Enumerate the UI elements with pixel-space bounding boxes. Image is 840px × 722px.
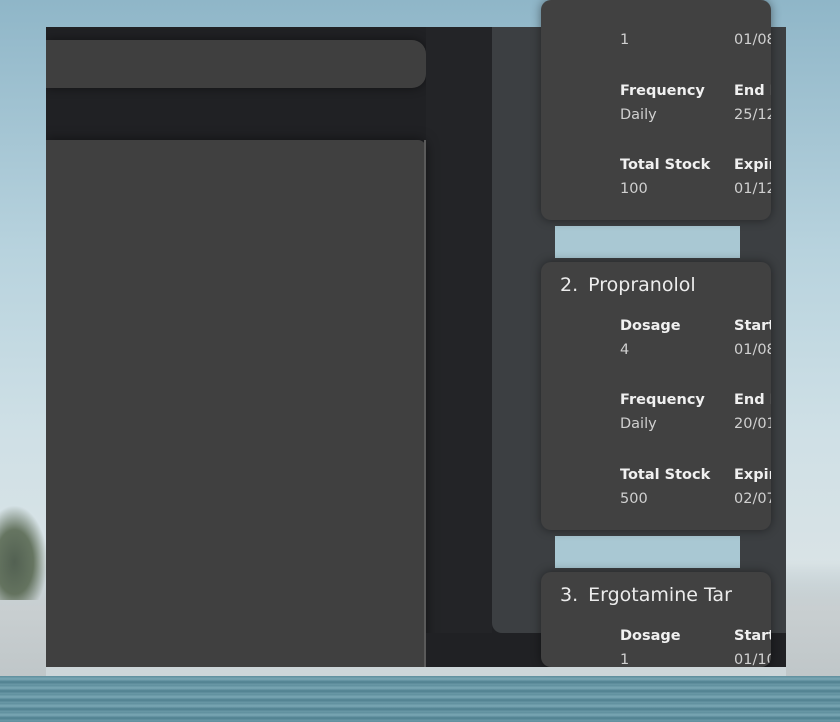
- expiry-label: Expiry: [734, 157, 771, 173]
- total-stock-value: 500: [620, 491, 648, 507]
- medication-name: Ergotamine Tar: [588, 584, 732, 606]
- result-display-panel: [46, 140, 426, 667]
- dosage-value: 4: [620, 342, 630, 358]
- medication-title: 3. Ergotamine Tar: [560, 584, 732, 606]
- end-date-value: 25/12/: [734, 107, 771, 123]
- dosage-value: 1: [620, 652, 630, 667]
- command-box[interactable]: [46, 40, 426, 88]
- expiry-value: 01/12/: [734, 181, 771, 197]
- desktop-trees: [0, 505, 48, 600]
- left-panel-scrollbar[interactable]: [424, 140, 426, 667]
- total-stock-label: Total Stock: [620, 467, 711, 483]
- start-date-value: 01/08/: [734, 32, 771, 48]
- end-date-value: 20/01/: [734, 416, 771, 432]
- dosage-value: 1: [620, 32, 630, 48]
- medication-name: Propranolol: [588, 274, 696, 296]
- frequency-label: Frequency: [620, 392, 705, 408]
- dosage-label: Dosage: [620, 628, 681, 644]
- medication-index: 3.: [560, 584, 579, 606]
- total-stock-label: Total Stock: [620, 157, 711, 173]
- medication-card-3[interactable]: 3. Ergotamine Tar Dosage 1 Start D 01/10/: [541, 572, 771, 667]
- total-stock-value: 100: [620, 181, 648, 197]
- dosage-label: Dosage: [620, 318, 681, 334]
- panel-divider: [426, 27, 492, 667]
- medication-title: 2. Propranolol: [560, 274, 696, 296]
- start-date-value: 01/10/: [734, 652, 771, 667]
- frequency-value: Daily: [620, 107, 657, 123]
- expiry-value: 02/07/: [734, 491, 771, 507]
- start-date-label: Start D: [734, 318, 771, 334]
- window-edge: [46, 667, 786, 676]
- window-bottom-strip: [426, 633, 548, 667]
- medication-card-1[interactable]: 1 01/08/ Frequency Daily End Da 25/12/ T…: [541, 0, 771, 220]
- start-date-label: Start D: [734, 628, 771, 644]
- medication-card-2[interactable]: 2. Propranolol Dosage 4 Start D 01/08/ Fr…: [541, 262, 771, 530]
- start-date-value: 01/08/: [734, 342, 771, 358]
- frequency-label: Frequency: [620, 83, 705, 99]
- expiry-label: Expiry: [734, 467, 771, 483]
- end-date-label: End Da: [734, 83, 771, 99]
- list-gap: [555, 536, 740, 568]
- medication-index: 2.: [560, 274, 579, 296]
- list-gap: [555, 226, 740, 258]
- frequency-value: Daily: [620, 416, 657, 432]
- end-date-label: End Da: [734, 392, 771, 408]
- desktop-water: [0, 676, 840, 722]
